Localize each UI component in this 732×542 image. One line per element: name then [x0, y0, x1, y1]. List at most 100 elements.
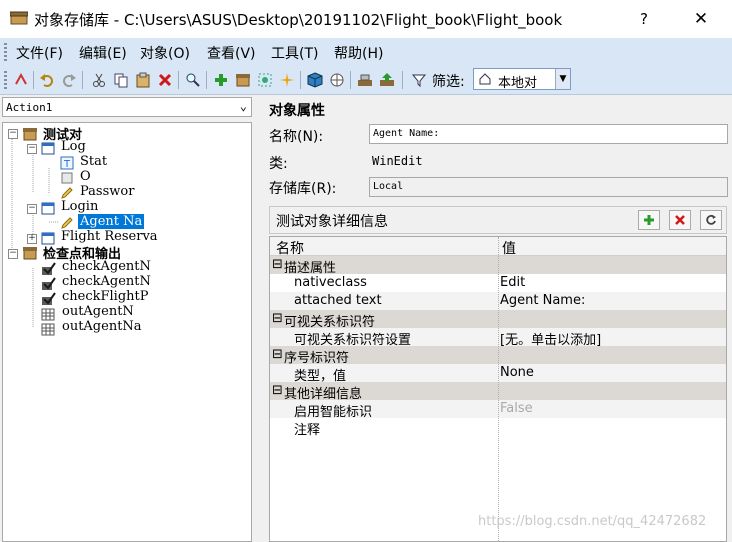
static-text-icon: T	[60, 156, 74, 170]
tree-expander[interactable]: −	[8, 249, 18, 259]
tree-node-stat[interactable]: Stat	[80, 154, 107, 169]
property-name: 注释	[294, 423, 321, 438]
button-icon	[60, 171, 74, 185]
output-value-icon	[41, 321, 55, 336]
name-label: 名称(N):	[269, 129, 324, 145]
redo-icon[interactable]	[60, 71, 78, 89]
edit-pencil-icon	[60, 216, 74, 230]
checkpoint-icon	[41, 291, 56, 305]
target-icon[interactable]	[328, 71, 346, 89]
tree-node-out-agent-1[interactable]: outAgentN	[62, 304, 134, 319]
remove-icon	[675, 215, 685, 225]
property-value[interactable]: None	[500, 365, 534, 380]
tree-expander[interactable]: −	[8, 129, 18, 139]
tree-node-login[interactable]: Login	[61, 199, 98, 214]
add-icon	[644, 215, 654, 225]
chevron-down-icon: ⌄	[239, 99, 247, 113]
toolbar-separator	[350, 71, 351, 89]
delete-icon[interactable]	[156, 71, 174, 89]
filter-dropdown[interactable]: 本地对 ▼	[473, 68, 571, 91]
toolbar-separator	[402, 71, 403, 89]
menu-edit[interactable]: 编辑(E)	[79, 43, 127, 63]
tree-node-check-flight[interactable]: checkFlightP	[62, 289, 149, 304]
tree-expander[interactable]: +	[27, 234, 37, 244]
menu-help[interactable]: 帮助(H)	[334, 43, 383, 63]
action-selector[interactable]: Action1 ⌄	[2, 97, 252, 117]
chevron-down-icon[interactable]: ▼	[555, 69, 570, 89]
tree-node-o[interactable]: O	[80, 169, 91, 184]
add-object-icon[interactable]	[212, 71, 230, 89]
filter-label: 筛选:	[432, 74, 465, 90]
connect-icon[interactable]	[356, 71, 374, 89]
properties-title: 对象属性	[269, 103, 325, 119]
tree-node-out-agent-2[interactable]: outAgentNa	[62, 319, 142, 334]
close-button[interactable]: ✕	[678, 0, 724, 38]
toolbar-separator	[206, 71, 207, 89]
class-value: WinEdit	[372, 154, 423, 168]
tree-node-check-agent-2[interactable]: checkAgentN	[62, 274, 151, 289]
toolbar-separator	[178, 71, 179, 89]
object-cube-icon[interactable]	[306, 71, 324, 89]
undo-icon[interactable]	[38, 71, 56, 89]
window-title: 对象存储库 - C:\Users\ASUS\Desktop\20191102\F…	[34, 11, 563, 29]
property-value[interactable]: False	[500, 401, 533, 416]
toolbar: 筛选:	[0, 66, 732, 95]
menu-object[interactable]: 对象(O)	[140, 43, 190, 63]
collapse-icon[interactable]: ⊟	[272, 311, 283, 326]
add-property-button[interactable]	[638, 210, 660, 230]
checkpoint-icon	[41, 261, 56, 275]
details-title: 测试对象详细信息	[276, 214, 388, 230]
paste-icon[interactable]	[134, 71, 152, 89]
filter-value: 本地对	[498, 76, 538, 91]
find-icon[interactable]	[184, 71, 202, 89]
property-name: attached text	[294, 293, 382, 308]
collapse-icon[interactable]: ⊟	[272, 383, 283, 398]
copy-icon[interactable]	[112, 71, 130, 89]
repository-icon	[23, 246, 37, 260]
toolbar-separator	[82, 71, 83, 89]
repository-add-icon[interactable]	[234, 71, 252, 89]
collapse-icon[interactable]: ⊟	[272, 257, 283, 272]
collapse-icon[interactable]: ⊟	[272, 347, 283, 362]
object-tree[interactable]: − 测试对 − Log T Stat O Passwor − Login Age…	[2, 122, 252, 542]
details-header: 测试对象详细信息	[269, 206, 727, 234]
repository-icon	[23, 127, 37, 141]
refresh-icon	[706, 214, 716, 225]
window-icon	[41, 141, 55, 155]
help-button[interactable]: ?	[621, 0, 667, 38]
tree-node-log[interactable]: Log	[61, 139, 86, 154]
tree-expander[interactable]: −	[27, 144, 37, 154]
spell-check-icon[interactable]	[12, 71, 30, 89]
export-icon[interactable]	[378, 71, 396, 89]
tree-node-check-agent-1[interactable]: checkAgentN	[62, 259, 151, 274]
menu-file[interactable]: 文件(F)	[16, 43, 63, 63]
details-grid[interactable]: 名称 值 ⊟ 描述属性 nativeclass Edit attached te…	[269, 236, 727, 542]
cut-icon[interactable]	[90, 71, 108, 89]
highlight-icon[interactable]	[256, 71, 274, 89]
tree-node-flight-reservation[interactable]: Flight Reserva	[61, 229, 158, 244]
watermark: https://blog.csdn.net/qq_42472682	[478, 514, 707, 529]
menu-bar: 文件(F) 编辑(E) 对象(O) 查看(V) 工具(T) 帮助(H)	[0, 38, 732, 66]
tree-node-agent-name[interactable]: Agent Na	[78, 214, 145, 229]
property-name: nativeclass	[294, 275, 367, 290]
remove-property-button[interactable]	[669, 210, 691, 230]
repository-label: 存储库(R):	[269, 181, 337, 197]
property-value[interactable]: Edit	[500, 275, 525, 290]
selected-node-label: Agent Na	[78, 214, 145, 229]
tree-node-password[interactable]: Passwor	[80, 184, 134, 199]
column-divider[interactable]	[498, 237, 499, 541]
toolbar-separator	[33, 71, 34, 89]
name-field[interactable]: Agent Name:	[369, 124, 728, 144]
svg-text:T: T	[63, 159, 71, 170]
reset-property-button[interactable]	[700, 210, 722, 230]
tree-expander[interactable]: −	[27, 204, 37, 214]
property-value[interactable]: Agent Name:	[500, 293, 585, 308]
repository-field: Local	[369, 177, 728, 197]
menu-tools[interactable]: 工具(T)	[271, 43, 318, 63]
column-name-header: 名称	[276, 241, 304, 257]
menu-view[interactable]: 查看(V)	[207, 43, 256, 63]
spark-icon[interactable]	[278, 71, 296, 89]
menubar-grip	[4, 43, 7, 61]
edit-pencil-icon	[60, 186, 74, 200]
toolbar-grip	[4, 71, 7, 89]
